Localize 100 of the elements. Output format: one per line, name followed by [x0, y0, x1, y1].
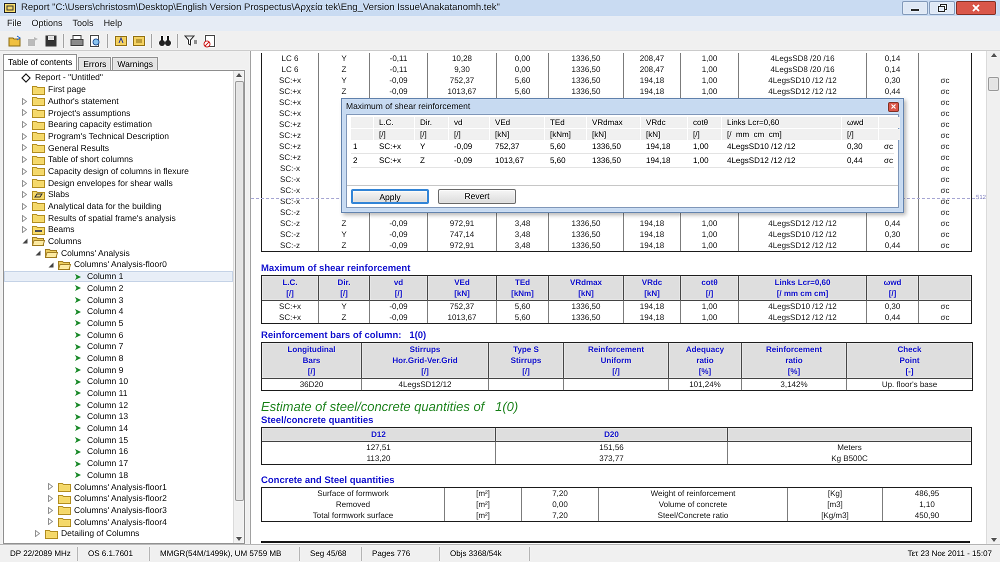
- minimize-button[interactable]: [902, 1, 928, 15]
- tree-item[interactable]: Column 9: [4, 364, 233, 376]
- close-button[interactable]: [956, 1, 996, 15]
- tree-item[interactable]: Column 8: [4, 352, 233, 364]
- tree-item[interactable]: Columns' Analysis-floor0: [4, 259, 233, 271]
- scrollbar-thumb[interactable]: [988, 77, 999, 91]
- scrollbar[interactable]: [986, 51, 1000, 544]
- table-cell-text: 1013,67: [494, 155, 525, 167]
- tree-item[interactable]: Project's assumptions: [4, 107, 233, 119]
- table-cell: Weight of reinforcement: [599, 488, 788, 499]
- tree-item[interactable]: General Results: [4, 142, 233, 154]
- collapsed-arrow-icon[interactable]: [22, 109, 27, 116]
- expanded-arrow-icon[interactable]: [22, 238, 28, 244]
- open-folder-icon[interactable]: [6, 32, 23, 48]
- menu-item[interactable]: Help: [100, 16, 126, 30]
- tree-item[interactable]: Column 6: [4, 329, 233, 341]
- menu-item[interactable]: File: [3, 16, 26, 30]
- menu-item[interactable]: Tools: [68, 16, 98, 30]
- collapsed-arrow-icon[interactable]: [22, 132, 27, 140]
- collapsed-arrow-icon[interactable]: [22, 168, 27, 175]
- tree-item[interactable]: Column 15: [4, 434, 233, 446]
- tree-item[interactable]: Column 11: [4, 388, 233, 400]
- close-button[interactable]: [888, 102, 899, 112]
- collapsed-arrow-icon[interactable]: [48, 483, 53, 490]
- collapsed-arrow-icon[interactable]: [22, 226, 27, 234]
- tree-item[interactable]: Column 3: [4, 294, 233, 306]
- tree-item[interactable]: Columns' Analysis: [4, 247, 233, 259]
- tree-item[interactable]: Detailing of Columns: [4, 528, 233, 540]
- table-cell: Surface of formwork: [262, 488, 445, 499]
- tree-item[interactable]: Author's statement: [4, 95, 233, 108]
- table-cell-text: -0,09: [453, 141, 474, 153]
- expanded-arrow-icon[interactable]: [34, 250, 40, 256]
- collapsed-arrow-icon[interactable]: [22, 144, 27, 152]
- table-cell: 1336,50: [549, 301, 624, 312]
- tree-item[interactable]: Column 2: [4, 282, 233, 294]
- scroll-down-icon[interactable]: [990, 538, 996, 542]
- column-header: Links Lcr=0,60: [722, 117, 841, 128]
- scroll-up-icon[interactable]: [990, 53, 996, 57]
- folder-icon: [32, 178, 45, 188]
- table-cell: Removed: [262, 499, 445, 510]
- collapsed-arrow-icon[interactable]: [22, 202, 27, 210]
- tree-item[interactable]: Slabs: [4, 188, 233, 201]
- tree-item[interactable]: Design envelopes for shear walls: [4, 177, 233, 189]
- scrollbar-thumb[interactable]: [234, 81, 244, 501]
- collapsed-arrow-icon[interactable]: [48, 495, 53, 502]
- tree-item[interactable]: Column 12: [4, 399, 233, 411]
- tree-item[interactable]: Capacity design of columns in flexure: [4, 166, 233, 178]
- tab[interactable]: Errors: [78, 57, 112, 70]
- tree-item[interactable]: Column 10: [4, 376, 233, 388]
- scroll-up-icon[interactable]: [236, 73, 242, 77]
- tree-item[interactable]: Analytical data for the building: [4, 200, 233, 212]
- collapsed-arrow-icon[interactable]: [48, 518, 53, 526]
- tree-item[interactable]: Column 17: [4, 458, 233, 470]
- tree-item[interactable]: Column 18: [4, 469, 233, 482]
- tree-item[interactable]: Columns: [4, 236, 233, 248]
- collapsed-arrow-icon[interactable]: [22, 180, 27, 187]
- tree-item[interactable]: Column 5: [4, 317, 233, 330]
- tree-item[interactable]: Beams: [4, 224, 233, 236]
- table-cell: 1013,67: [428, 312, 497, 323]
- table-cell: 1,00: [681, 229, 739, 240]
- folder-icon: [32, 108, 45, 118]
- tree-item[interactable]: Table of short columns: [4, 154, 233, 166]
- folder-icon: [58, 516, 71, 527]
- table-cell: 3,48: [497, 240, 549, 251]
- scroll-down-icon[interactable]: [236, 537, 242, 541]
- table-cell: Z: [319, 86, 370, 97]
- filter-icon[interactable]: [182, 32, 199, 48]
- scrollbar[interactable]: [233, 71, 244, 543]
- table-cell: 208,47: [624, 64, 681, 75]
- tab[interactable]: Table of contents: [3, 54, 78, 70]
- tree-item[interactable]: Columns' Analysis-floor4: [4, 516, 233, 528]
- dialog-button[interactable]: Apply: [351, 189, 429, 204]
- tree-item[interactable]: Results of spatial frame's analysis: [4, 212, 233, 224]
- tree-item[interactable]: Column 4: [4, 306, 233, 318]
- tree-item[interactable]: Columns' Analysis-floor1: [4, 481, 233, 493]
- collapsed-arrow-icon[interactable]: [22, 98, 27, 105]
- collapsed-arrow-icon[interactable]: [35, 530, 40, 538]
- collapsed-arrow-icon[interactable]: [22, 191, 27, 198]
- tree-item[interactable]: Column 16: [4, 446, 233, 458]
- dialog-button[interactable]: Revert: [438, 189, 516, 204]
- collapsed-arrow-icon[interactable]: [22, 156, 27, 164]
- tab[interactable]: Warnings: [112, 57, 158, 70]
- tree-item[interactable]: Column 7: [4, 340, 233, 352]
- tree-item[interactable]: Bearing capacity estimation: [4, 118, 233, 130]
- expanded-arrow-icon[interactable]: [48, 262, 54, 268]
- collapsed-arrow-icon[interactable]: [48, 506, 53, 514]
- tree-item[interactable]: First page: [4, 84, 233, 96]
- tree-item[interactable]: Column 13: [4, 410, 233, 423]
- collapsed-arrow-icon[interactable]: [22, 121, 27, 128]
- collapsed-arrow-icon[interactable]: [22, 214, 27, 222]
- restore-button[interactable]: [929, 1, 955, 15]
- tree-item[interactable]: Column 1: [4, 270, 233, 282]
- tree-item[interactable]: Program's Technical Description: [4, 130, 233, 142]
- tree-item[interactable]: Columns' Analysis-floor2: [4, 492, 233, 504]
- menu-item[interactable]: Options: [28, 16, 67, 30]
- tree-item[interactable]: Report - "Untitled": [4, 72, 233, 84]
- column-header: [879, 117, 900, 128]
- tree-item[interactable]: Column 14: [4, 422, 233, 434]
- print-icon[interactable]: [68, 32, 85, 48]
- tree-item[interactable]: Columns' Analysis-floor3: [4, 504, 233, 516]
